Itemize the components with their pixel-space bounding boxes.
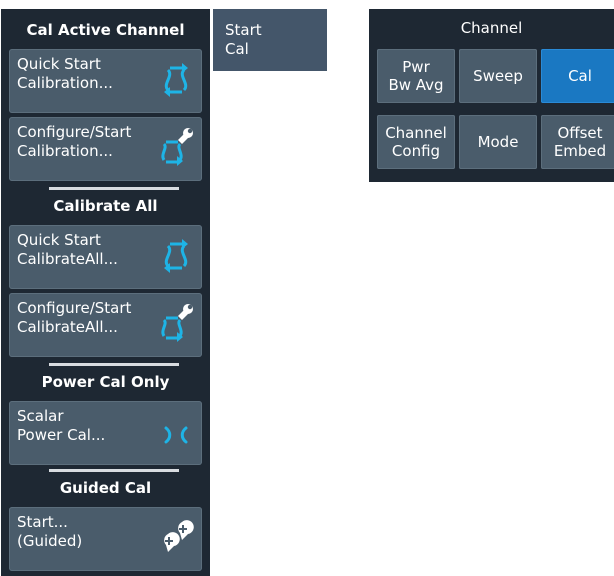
section-divider: [49, 187, 179, 190]
section-header-power-cal-only: Power Cal Only: [41, 373, 170, 391]
channel-menu: Channel Pwr Bw Avg Sweep Cal Channel Con…: [369, 9, 614, 182]
button-label: Scalar Power Cal...: [17, 407, 106, 444]
section-header-guided-cal: Guided Cal: [59, 479, 152, 497]
button-label: Start... (Guided): [17, 513, 83, 550]
scalar-power-cal-button[interactable]: Scalar Power Cal...: [9, 401, 202, 465]
start-guided-button[interactable]: Start... (Guided): [9, 507, 202, 571]
quick-start-cal-icon: [164, 63, 188, 97]
guided-cal-icon: [164, 520, 194, 552]
quick-start-calibration-button[interactable]: Quick Start Calibration...: [9, 49, 202, 113]
pwr-bw-avg-button[interactable]: Pwr Bw Avg: [377, 49, 455, 103]
button-label: Quick Start CalibrateAll...: [17, 231, 118, 268]
mode-button[interactable]: Mode: [459, 115, 537, 169]
channel-menu-title: Channel: [460, 19, 523, 37]
button-label: Configure/Start Calibration...: [17, 123, 132, 160]
configure-start-calibrate-all-button[interactable]: Configure/Start CalibrateAll...: [9, 293, 202, 357]
configure-cal-wrench-icon: [161, 304, 193, 342]
button-label: Quick Start Calibration...: [17, 55, 113, 92]
channel-config-button[interactable]: Channel Config: [377, 115, 455, 169]
quick-start-calibrate-all-button[interactable]: Quick Start CalibrateAll...: [9, 225, 202, 289]
offset-embed-button[interactable]: Offset Embed: [541, 115, 614, 169]
section-divider: [49, 363, 179, 366]
button-label: Configure/Start CalibrateAll...: [17, 299, 132, 336]
configure-cal-wrench-icon: [161, 128, 193, 166]
start-cal-softkey-panel: Cal Active Channel Quick Start Calibrati…: [1, 9, 210, 576]
tab-start-cal[interactable]: Start Cal: [213, 9, 327, 71]
quick-start-cal-icon: [164, 239, 188, 273]
tab-label: Start Cal: [225, 21, 262, 58]
section-divider: [49, 469, 179, 472]
power-cal-icon: [164, 426, 188, 444]
configure-start-calibration-button[interactable]: Configure/Start Calibration...: [9, 117, 202, 181]
cal-button[interactable]: Cal: [541, 49, 614, 103]
section-header-calibrate-all: Calibrate All: [53, 197, 158, 215]
section-header-cal-active-channel: Cal Active Channel: [26, 21, 185, 39]
sweep-button[interactable]: Sweep: [459, 49, 537, 103]
